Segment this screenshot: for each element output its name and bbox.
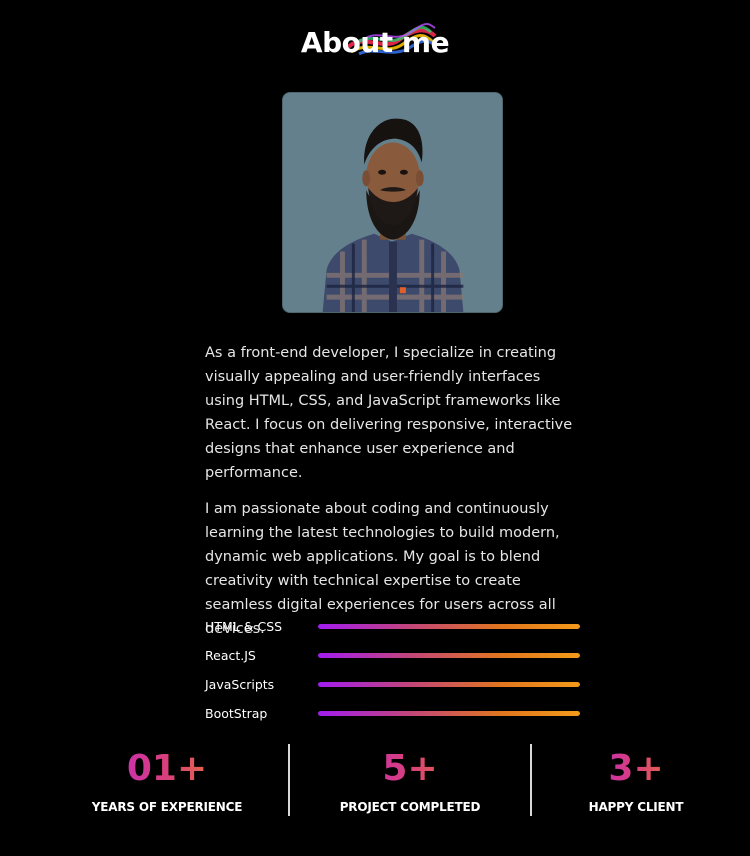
about-paragraph: As a front-end developer, I specialize i… [205, 345, 573, 481]
profile-photo [282, 92, 503, 313]
stat-value: 3+ [576, 744, 696, 794]
profile-portrait-image [283, 93, 502, 312]
skills-list: HTML & CSS React.JS JavaScripts BootStra… [205, 618, 581, 734]
about-header: About me [0, 23, 750, 59]
stat-divider [288, 744, 290, 816]
skill-label: BootStrap [205, 706, 268, 721]
skill-progress-bar [318, 682, 580, 687]
stat-happy-client: 3+ HAPPY CLIENT [576, 744, 696, 814]
stat-projects-completed: 5+ PROJECT COMPLETED [330, 744, 490, 814]
section-title-text: About me [300, 26, 450, 59]
skill-progress-track [318, 653, 580, 658]
stat-label: PROJECT COMPLETED [339, 800, 481, 814]
stat-divider [530, 744, 532, 816]
stat-value: 5+ [330, 744, 490, 794]
stat-label: YEARS OF EXPERIENCE [91, 800, 243, 814]
skill-progress-track [318, 682, 580, 687]
skill-label: HTML & CSS [205, 619, 283, 634]
skill-label: JavaScripts [205, 677, 275, 692]
stat-label: HAPPY CLIENT [588, 800, 684, 814]
stat-value: 01+ [86, 744, 248, 794]
skill-label: React.JS [205, 648, 256, 663]
skill-progress-bar [318, 653, 580, 658]
skill-item-bootstrap: BootStrap [205, 705, 581, 734]
stats-row: 01+ YEARS OF EXPERIENCE 5+ PROJECT COMPL… [0, 744, 750, 816]
skill-item-react: React.JS [205, 647, 581, 676]
skill-progress-track [318, 624, 580, 629]
skill-progress-bar [318, 711, 580, 716]
skill-progress-bar [318, 624, 580, 629]
about-description: As a front-end developer, I specialize i… [205, 341, 583, 653]
section-title: About me [300, 23, 450, 59]
skill-progress-track [318, 711, 580, 716]
skill-item-html-css: HTML & CSS [205, 618, 581, 647]
stat-years-experience: 01+ YEARS OF EXPERIENCE [86, 744, 248, 814]
skill-item-javascript: JavaScripts [205, 676, 581, 705]
